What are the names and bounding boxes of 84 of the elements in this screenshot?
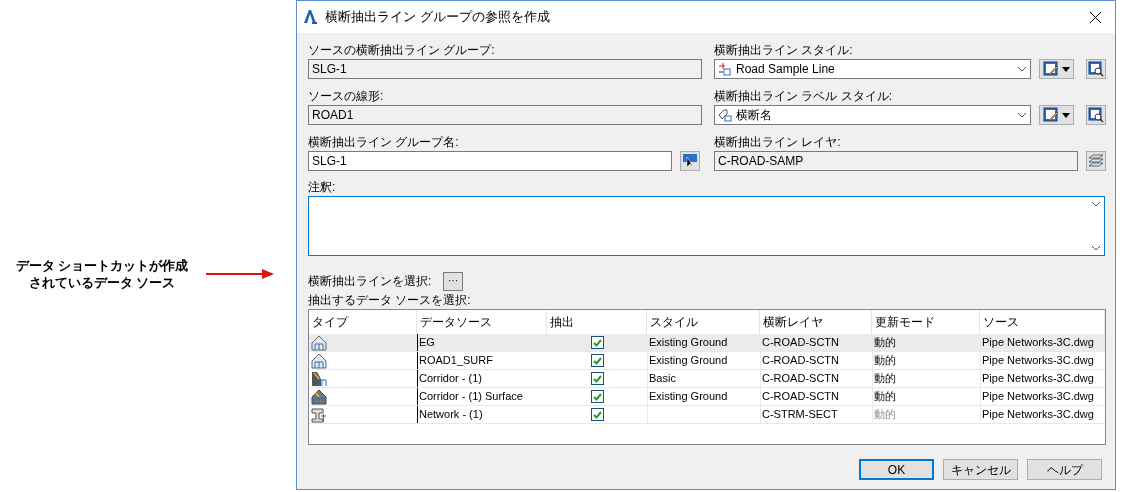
table-cell: 動的 bbox=[872, 370, 980, 387]
table-row[interactable]: Corridor - (1) Surface Existing Ground C-ROAD-SCTN 動的 Pipe Networks-3C.dwg bbox=[309, 388, 1105, 406]
corridor-icon bbox=[311, 370, 327, 387]
table-cell: ROAD1_SURF bbox=[417, 352, 547, 369]
edit-style-icon bbox=[1043, 61, 1059, 77]
group-name-input[interactable]: SLG-1 bbox=[308, 151, 672, 171]
table-cell: 動的 bbox=[872, 406, 980, 423]
table-cell: Existing Ground bbox=[647, 388, 760, 405]
window-title: 横断抽出ライン グループの参照を作成 bbox=[325, 8, 551, 27]
field-label: 抽出するデータ ソースを選択: bbox=[308, 292, 472, 309]
label-style-dropdown[interactable]: 横断名 bbox=[714, 105, 1031, 125]
dialog-button[interactable]: OK bbox=[859, 459, 934, 480]
table-row[interactable]: ROAD1_SURF Existing Ground C-ROAD-SCTN 動的 Pipe Networks-3C.dwg bbox=[309, 352, 1105, 370]
source-alignment-field[interactable]: ROAD1 bbox=[308, 105, 702, 125]
extract-checkbox[interactable] bbox=[590, 408, 604, 421]
dropdown-chevron-icon bbox=[1090, 201, 1101, 207]
field-label: ソースの横断抽出ライン グループ: bbox=[308, 42, 496, 59]
field-label: 横断抽出ライン スタイル: bbox=[714, 42, 854, 59]
view-style-icon bbox=[1088, 107, 1104, 123]
table-cell: C-STRM-SECT bbox=[760, 406, 872, 423]
pipe-network-icon bbox=[311, 406, 327, 423]
notes-textarea[interactable] bbox=[308, 196, 1105, 256]
source-group-field[interactable]: SLG-1 bbox=[308, 59, 702, 79]
extract-checkbox[interactable] bbox=[590, 354, 604, 367]
caret-icon bbox=[1062, 66, 1070, 72]
pick-cursor-icon bbox=[683, 154, 697, 168]
table-cell: 動的 bbox=[872, 352, 980, 369]
dialog-button[interactable]: キャンセル bbox=[943, 459, 1018, 480]
table-cell: Pipe Networks-3C.dwg bbox=[980, 388, 1105, 405]
table-cell: Pipe Networks-3C.dwg bbox=[980, 352, 1105, 369]
table-cell: EG bbox=[417, 334, 547, 351]
surface-icon bbox=[311, 334, 327, 351]
dropdown-chevron-icon bbox=[1090, 245, 1101, 251]
edit-style-button[interactable] bbox=[1039, 105, 1074, 125]
edit-style-icon bbox=[1043, 107, 1059, 123]
table-row[interactable]: Corridor - (1) Basic C-ROAD-SCTN 動的 Pipe Networks-3C.dwg bbox=[309, 370, 1105, 388]
app-logo-icon bbox=[303, 9, 317, 25]
table-cell: Pipe Networks-3C.dwg bbox=[980, 334, 1105, 351]
caret-icon bbox=[1062, 112, 1070, 118]
table-cell: Network - (1) bbox=[417, 406, 547, 423]
layers-icon bbox=[1088, 154, 1104, 168]
close-icon bbox=[1089, 11, 1101, 23]
line-style-dropdown[interactable]: Road Sample Line bbox=[714, 59, 1031, 79]
field-label: 横断抽出ラインを選択: bbox=[308, 273, 431, 290]
table-cell: Corridor - (1) Surface bbox=[417, 388, 547, 405]
select-lines-button[interactable]: ··· bbox=[443, 271, 463, 291]
view-style-button[interactable] bbox=[1086, 59, 1106, 79]
extract-checkbox[interactable] bbox=[590, 336, 604, 349]
table-cell: Existing Ground bbox=[647, 334, 760, 351]
field-label: 横断抽出ライン ラベル スタイル: bbox=[714, 88, 893, 105]
dialog-button[interactable]: ヘルプ bbox=[1027, 459, 1102, 480]
table-cell: C-ROAD-SCTN bbox=[760, 388, 872, 405]
dropdown-chevron-icon bbox=[1017, 66, 1027, 72]
view-style-icon bbox=[1088, 61, 1104, 77]
table-row[interactable]: Network - (1) C-STRM-SECT 動的 Pipe Networks-3C.dwg bbox=[309, 406, 1105, 424]
callout-arrow bbox=[206, 266, 276, 281]
sample-line-icon bbox=[718, 62, 732, 76]
extract-checkbox[interactable] bbox=[590, 372, 604, 385]
layer-button[interactable] bbox=[1086, 151, 1106, 171]
table-cell: Pipe Networks-3C.dwg bbox=[980, 370, 1105, 387]
dropdown-chevron-icon bbox=[1017, 112, 1027, 118]
extract-checkbox[interactable] bbox=[590, 390, 604, 403]
field-label: 横断抽出ライン レイヤ: bbox=[714, 134, 842, 151]
pick-name-button[interactable] bbox=[680, 151, 700, 171]
label-tag-icon bbox=[718, 108, 732, 122]
table-cell: 動的 bbox=[872, 334, 980, 351]
table-cell: Pipe Networks-3C.dwg bbox=[980, 406, 1105, 423]
edit-style-button[interactable] bbox=[1039, 59, 1074, 79]
corridor-surface-icon bbox=[311, 388, 327, 405]
table-cell: Corridor - (1) bbox=[417, 370, 547, 387]
table-row[interactable]: EG Existing Ground C-ROAD-SCTN 動的 Pipe Networks-3C.dwg bbox=[309, 334, 1105, 352]
view-style-button[interactable] bbox=[1086, 105, 1106, 125]
table-cell: 動的 bbox=[872, 388, 980, 405]
field-label: ソースの線形: bbox=[308, 88, 385, 105]
table-cell: Basic bbox=[647, 370, 760, 387]
field-label: 注釈: bbox=[308, 179, 337, 196]
callout-text: データ ショートカットが作成されているデータ ソース bbox=[14, 256, 190, 291]
table-cell: C-ROAD-SCTN bbox=[760, 370, 872, 387]
field-label: 横断抽出ライン グループ名: bbox=[308, 134, 460, 151]
layer-field[interactable]: C-ROAD-SAMP bbox=[714, 151, 1078, 171]
table-cell: C-ROAD-SCTN bbox=[760, 352, 872, 369]
table-cell: Existing Ground bbox=[647, 352, 760, 369]
surface-icon bbox=[311, 352, 327, 369]
table-cell: C-ROAD-SCTN bbox=[760, 334, 872, 351]
